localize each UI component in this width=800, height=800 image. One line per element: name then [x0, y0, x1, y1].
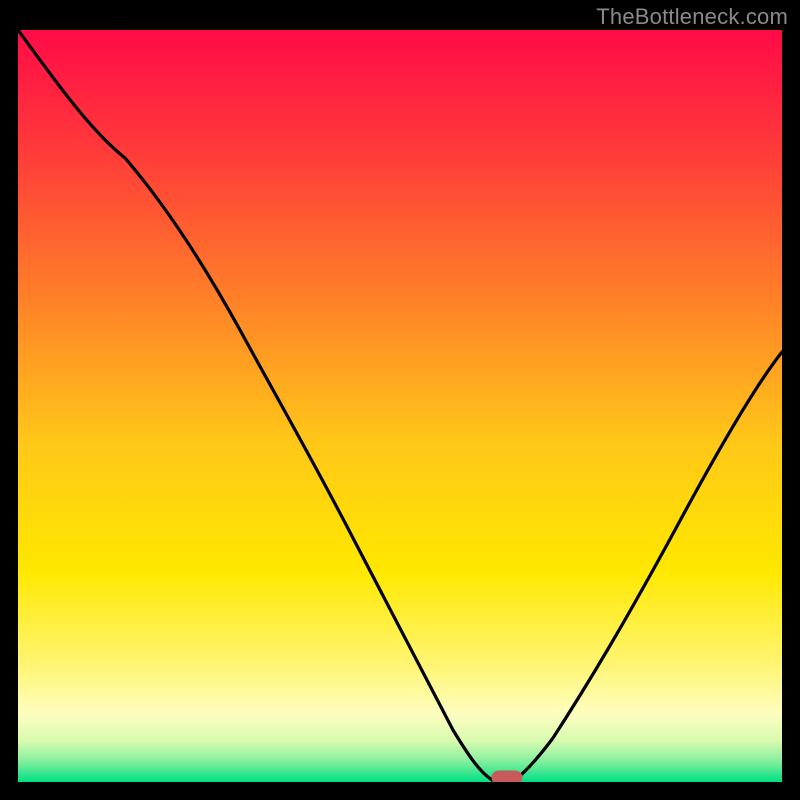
optimal-marker [492, 771, 522, 782]
bottleneck-plot [18, 30, 782, 782]
chart-svg [18, 30, 782, 782]
gradient-background [18, 30, 782, 782]
chart-frame: TheBottleneck.com [0, 0, 800, 800]
watermark-text: TheBottleneck.com [596, 4, 788, 30]
